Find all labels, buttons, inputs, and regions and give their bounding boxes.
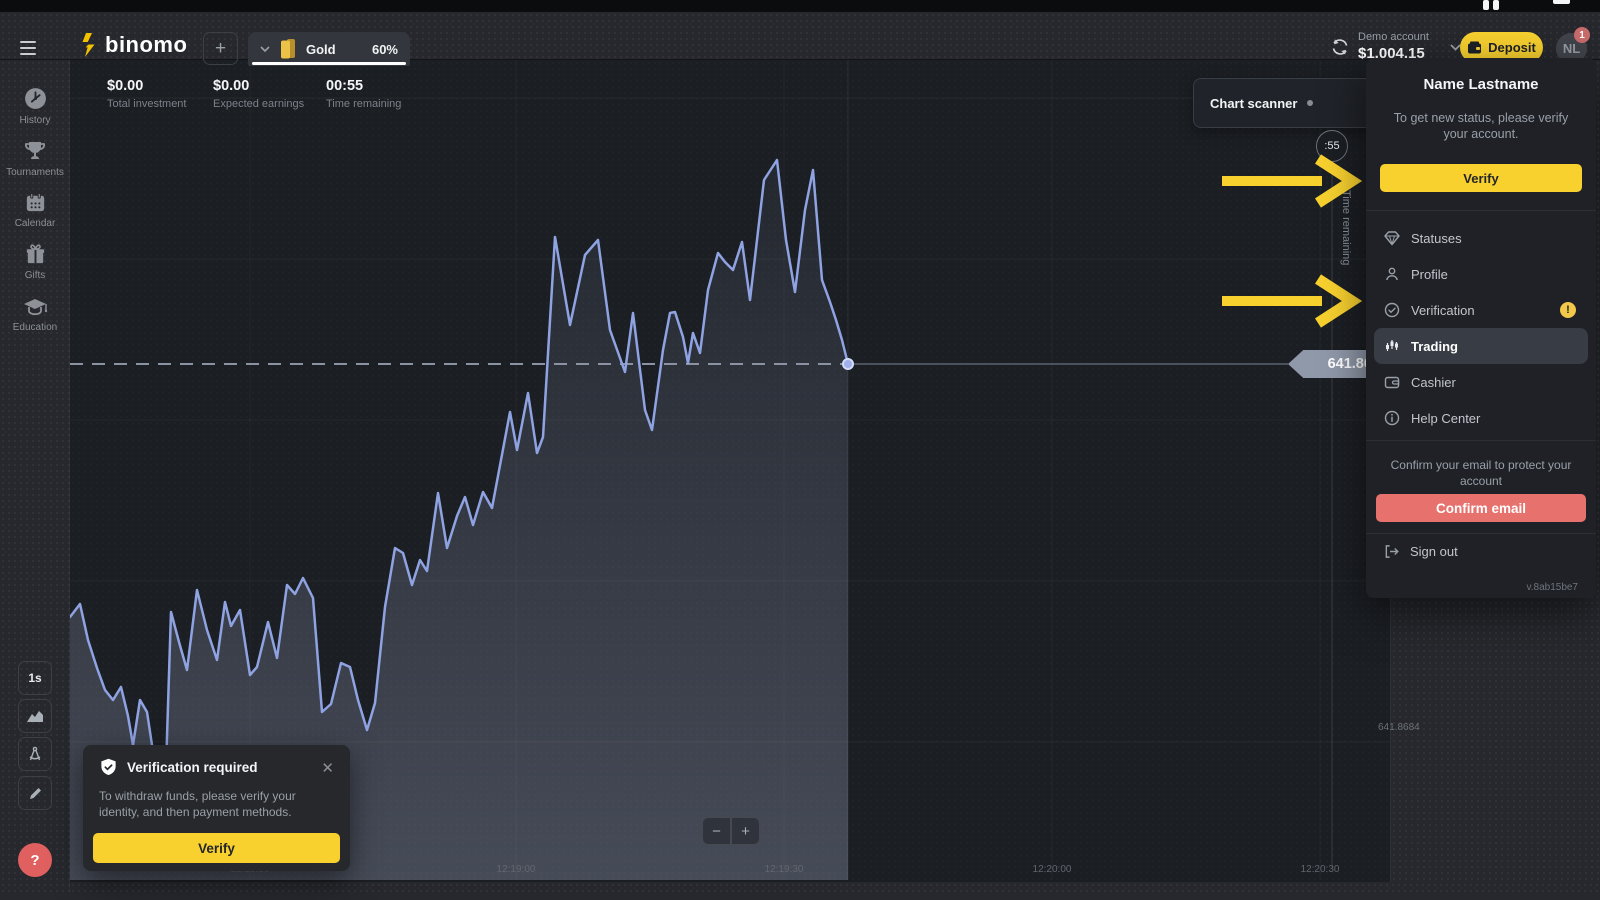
left-sidebar: History Tournaments Calendar Gifts Education… bbox=[0, 60, 70, 892]
asset-tab-underline bbox=[252, 62, 406, 65]
gem-icon bbox=[1384, 230, 1400, 246]
countdown-bubble: :55 bbox=[1316, 130, 1348, 162]
svg-text:12:20:00: 12:20:00 bbox=[1033, 864, 1072, 875]
lightning-bolt-icon bbox=[78, 32, 98, 58]
menu-item-profile[interactable]: Profile bbox=[1374, 256, 1588, 292]
area-chart-icon bbox=[26, 709, 44, 723]
current-price-dot bbox=[843, 359, 853, 369]
menu-item-trading[interactable]: Trading bbox=[1374, 328, 1588, 364]
close-icon[interactable]: ✕ bbox=[321, 759, 334, 777]
menu-item-label: Help Center bbox=[1411, 411, 1480, 426]
app-version: v.8ab15be7 bbox=[1526, 582, 1578, 593]
check-circle-icon bbox=[1384, 302, 1400, 318]
menu-item-statuses[interactable]: Statuses bbox=[1374, 220, 1588, 256]
popup-verify-button[interactable]: Verify bbox=[93, 833, 340, 863]
wallet-icon bbox=[1384, 374, 1400, 390]
account-dropdown-panel: Name Lastname To get new status, please … bbox=[1366, 58, 1596, 598]
price-axis-tick: 641.8684 bbox=[1378, 722, 1420, 733]
sidebar-item-tournaments[interactable]: Tournaments bbox=[0, 134, 70, 182]
chart-type-button[interactable] bbox=[18, 699, 52, 733]
asset-payout: 60% bbox=[372, 42, 398, 57]
menu-item-help-center[interactable]: Help Center bbox=[1374, 400, 1588, 436]
menu-item-label: Cashier bbox=[1411, 375, 1456, 390]
zoom-out-button[interactable]: − bbox=[702, 817, 731, 845]
confirm-email-button[interactable]: Confirm email bbox=[1376, 494, 1586, 522]
drawing-tool-button[interactable] bbox=[18, 776, 52, 810]
sidebar-item-label: Calendar bbox=[15, 218, 56, 229]
email-confirm-note: Confirm your email to protect your accou… bbox=[1381, 457, 1581, 489]
bottom-gutter bbox=[70, 882, 1600, 892]
sign-out-button[interactable]: Sign out bbox=[1384, 544, 1458, 559]
trophy-icon bbox=[23, 139, 47, 163]
pause-icon bbox=[1483, 0, 1499, 10]
sign-out-icon bbox=[1384, 544, 1399, 559]
sign-out-label: Sign out bbox=[1410, 544, 1458, 559]
pencil-icon bbox=[28, 786, 43, 801]
account-status-note: To get new status, please verify your ac… bbox=[1386, 110, 1576, 142]
candles-icon bbox=[1384, 338, 1400, 354]
menu-item-verification[interactable]: Verification! bbox=[1374, 292, 1588, 328]
alert-badge: ! bbox=[1560, 302, 1576, 318]
deposit-label: Deposit bbox=[1488, 40, 1536, 55]
status-dot bbox=[1307, 100, 1313, 106]
svg-text:12:19:30: 12:19:30 bbox=[765, 864, 804, 875]
gift-icon bbox=[24, 243, 47, 266]
menu-item-label: Statuses bbox=[1411, 231, 1462, 246]
stat-expected-earnings: $0.00 Expected earnings bbox=[213, 78, 304, 110]
account-menu: Statuses Profile Verification! Trading Cashi… bbox=[1374, 220, 1588, 436]
asset-name: Gold bbox=[306, 42, 336, 57]
sidebar-item-calendar[interactable]: Calendar bbox=[0, 186, 70, 234]
gold-asset-icon bbox=[279, 38, 297, 60]
clock-icon bbox=[23, 86, 48, 111]
panel-verify-button[interactable]: Verify bbox=[1380, 164, 1582, 192]
account-type-label: Demo account bbox=[1358, 31, 1444, 43]
asset-tab-gold[interactable]: Gold 60% bbox=[248, 32, 410, 66]
countdown-value: :55 bbox=[1324, 140, 1339, 152]
sidebar-item-gifts[interactable]: Gifts bbox=[0, 238, 70, 286]
svg-text:12:20:30: 12:20:30 bbox=[1301, 864, 1340, 875]
user-icon bbox=[1384, 266, 1400, 282]
minimize-glyph bbox=[1553, 0, 1570, 4]
shield-check-icon bbox=[99, 757, 118, 778]
wallet-icon bbox=[1467, 41, 1482, 54]
refresh-icon[interactable] bbox=[1330, 37, 1350, 57]
notification-badge: 1 bbox=[1574, 27, 1590, 43]
topbar: binomo + Gold 60% Demo account $1,004.15 bbox=[0, 12, 1600, 60]
sidebar-item-history[interactable]: History bbox=[0, 82, 70, 130]
chart-scanner-button[interactable]: Chart scanner bbox=[1193, 78, 1389, 128]
stat-total-investment: $0.00 Total investment bbox=[107, 78, 186, 110]
calendar-icon bbox=[24, 191, 47, 214]
binomo-app: 12:18:3012:19:0012:19:3012:20:0012:20:30… bbox=[0, 0, 1600, 900]
zoom-in-button[interactable]: + bbox=[731, 817, 760, 845]
chart-zoom-controls: − + bbox=[702, 817, 760, 845]
sidebar-item-label: Tournaments bbox=[6, 167, 64, 178]
drafting-compass-icon bbox=[27, 746, 43, 763]
verification-required-popup: Verification required ✕ To withdraw fund… bbox=[83, 745, 350, 871]
sidebar-item-label: Gifts bbox=[25, 270, 46, 281]
info-icon bbox=[1384, 410, 1400, 426]
stat-time-remaining: 00:55 Time remaining bbox=[326, 78, 401, 110]
cap-icon bbox=[22, 296, 48, 318]
hamburger-menu-icon[interactable] bbox=[20, 36, 50, 60]
menu-item-label: Trading bbox=[1411, 339, 1458, 354]
indicators-button[interactable] bbox=[18, 737, 52, 771]
svg-text:12:19:00: 12:19:00 bbox=[497, 864, 536, 875]
sidebar-item-education[interactable]: Education bbox=[0, 290, 70, 338]
add-asset-button[interactable]: + bbox=[203, 32, 238, 65]
sidebar-item-label: Education bbox=[13, 322, 57, 333]
account-name: Name Lastname bbox=[1366, 76, 1596, 93]
time-remaining-axis-label: Time remaining bbox=[1340, 190, 1352, 265]
binomo-logo: binomo bbox=[78, 32, 187, 58]
menu-item-label: Profile bbox=[1411, 267, 1448, 282]
help-button[interactable]: ? bbox=[18, 843, 52, 877]
interval-button[interactable]: 1s bbox=[18, 661, 52, 695]
sidebar-item-label: History bbox=[19, 115, 50, 126]
popup-title: Verification required bbox=[127, 760, 258, 775]
chevron-down-icon bbox=[260, 46, 270, 52]
menu-item-label: Verification bbox=[1411, 303, 1475, 318]
menu-item-cashier[interactable]: Cashier bbox=[1374, 364, 1588, 400]
window-top-strip bbox=[0, 0, 1600, 12]
popup-body-text: To withdraw funds, please verify your id… bbox=[99, 788, 317, 820]
chart-scanner-label: Chart scanner bbox=[1210, 96, 1297, 111]
